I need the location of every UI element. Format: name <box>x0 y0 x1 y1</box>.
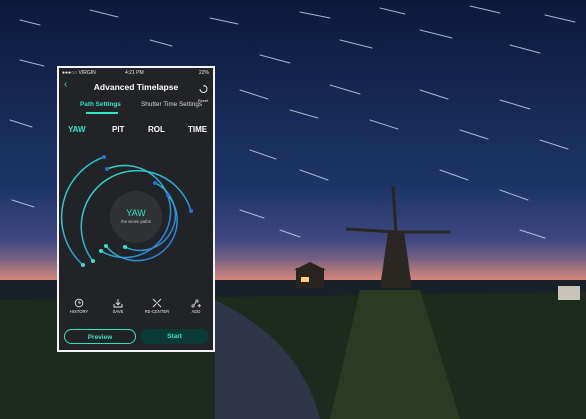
path-node[interactable] <box>104 244 108 248</box>
axis-tab-time[interactable]: TIME <box>188 125 207 134</box>
path-node[interactable] <box>81 263 85 267</box>
status-bar: ●●●○○ VIRGIN 4:21 PM 22% <box>59 68 213 77</box>
path-dial[interactable] <box>59 143 213 293</box>
history-button[interactable]: HISTORY <box>64 298 94 314</box>
path-node[interactable] <box>189 209 193 213</box>
add-path-icon <box>191 299 201 308</box>
phone-screen: ●●●○○ VIRGIN 4:21 PM 22% ‹ Advanced Time… <box>57 66 215 352</box>
dial-sublabel: the seven paths <box>121 219 151 224</box>
start-button[interactable]: Start <box>140 329 209 344</box>
page-title: Advanced Timelapse <box>93 82 179 92</box>
path-node[interactable] <box>153 181 157 185</box>
battery-level: 22% <box>198 70 209 76</box>
dial-axis-label: YAW <box>126 208 146 218</box>
recenter-button[interactable]: RE-CENTER <box>142 298 172 314</box>
history-icon <box>74 298 84 308</box>
axis-tab-rol[interactable]: ROL <box>148 125 165 134</box>
path-node[interactable] <box>102 155 106 159</box>
tab-shutter-time-settings[interactable]: Shutter Time Settings <box>141 101 202 108</box>
reset-button[interactable]: Reset <box>197 80 209 103</box>
add-label: ADD <box>191 309 201 314</box>
clock: 4:21 PM <box>125 70 144 76</box>
history-label: HISTORY <box>69 309 89 314</box>
save-icon <box>113 299 123 308</box>
tab-active-indicator <box>86 112 118 114</box>
reset-icon <box>199 84 207 93</box>
axis-tab-yaw[interactable]: YAW <box>68 125 86 134</box>
add-path-button[interactable]: ADD <box>181 298 211 314</box>
tab-path-settings[interactable]: Path Settings <box>80 101 121 108</box>
save-label: SAVE <box>112 309 124 314</box>
path-node[interactable] <box>166 193 170 197</box>
path-node[interactable] <box>99 249 103 253</box>
carrier-label: ●●●○○ VIRGIN <box>62 70 96 76</box>
preview-button[interactable]: Preview <box>64 329 136 344</box>
path-node[interactable] <box>105 167 109 171</box>
recenter-icon <box>152 298 162 308</box>
save-button[interactable]: SAVE <box>103 298 133 314</box>
path-node[interactable] <box>123 245 127 249</box>
recenter-label: RE-CENTER <box>144 309 170 314</box>
axis-tab-pit[interactable]: PIT <box>112 125 124 134</box>
path-node[interactable] <box>91 259 95 263</box>
